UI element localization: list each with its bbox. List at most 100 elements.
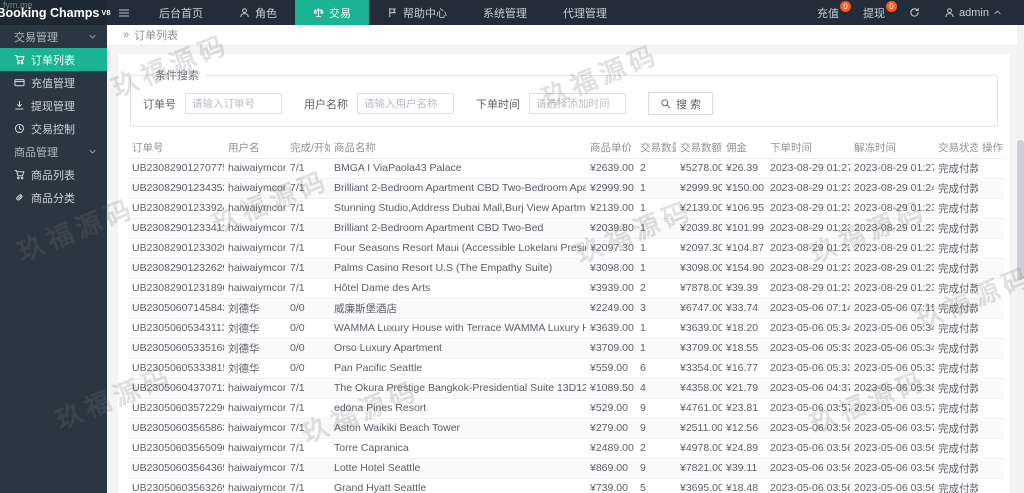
cell-解冻时间: 2023-05-06 03:57:30: [850, 398, 934, 419]
sidebar-item-订单列表[interactable]: 订单列表: [0, 48, 107, 71]
cell-用户名: haiwaiymcom: [224, 198, 286, 219]
search-button[interactable]: 搜 索: [648, 92, 714, 115]
sidebar-group-商品管理[interactable]: 商品管理: [0, 140, 107, 163]
cell-订单号: UB2305060437071221: [128, 378, 224, 399]
cell-下单时间: 2023-08-29 01:23:39: [766, 198, 850, 219]
search-field-订单号: 订单号: [143, 93, 282, 114]
cell-订单号: UB2305060714584204: [128, 298, 224, 319]
cell-商品名称: Orso Luxury Apartment: [330, 338, 586, 359]
cell-操作: [978, 418, 1004, 439]
cell-佣金: ¥154.90: [722, 258, 766, 279]
top-navigation: 后台首页 角色 交易 帮助中心 系统管理 代理管理: [141, 0, 625, 25]
topnav-item-交易[interactable]: 交易: [295, 0, 369, 25]
topnav-item-代理管理[interactable]: 代理管理: [545, 0, 625, 25]
search-field-label: 用户名称: [304, 98, 348, 111]
search-legend: 条件搜索: [155, 70, 199, 82]
cell-交易状态: 完成付款: [934, 438, 978, 459]
sidebar-item-充值管理[interactable]: 充值管理: [0, 71, 107, 94]
table-row: UB2305060533381597刘德华0/0Pan Pacific Seat…: [128, 358, 1004, 379]
search-field-下单时间: 下单时间: [476, 93, 626, 114]
chevron-down-icon: [88, 147, 97, 156]
topnav-item-系统管理[interactable]: 系统管理: [465, 0, 545, 25]
breadcrumb-label: 订单列表: [134, 30, 179, 42]
vertical-scrollbar-thumb[interactable]: [1017, 140, 1024, 280]
cell-商品名称: Brilliant 2-Bedroom Apartment CBD Two-Be…: [330, 178, 586, 199]
table-row: UB2308290127077536haiwaiymcom7/1BMGA I V…: [128, 158, 1004, 179]
cell-交易数额: ¥3354.00: [676, 358, 722, 379]
sidebar-group-label: 交易管理: [14, 31, 58, 44]
cell-完成/开始: 7/1: [286, 438, 330, 459]
cell-用户名: haiwaiymcom: [224, 478, 286, 493]
cell-完成/开始: 7/1: [286, 258, 330, 279]
cell-操作: [978, 158, 1004, 179]
search-input-1[interactable]: [357, 93, 454, 114]
search-input-2[interactable]: [529, 93, 626, 114]
cell-解冻时间: 2023-08-29 01:23:34: [850, 238, 934, 259]
breadcrumb: » 订单列表: [107, 25, 1024, 46]
column-header-交易数额: 交易数额: [676, 137, 722, 159]
cell-商品名称: Palms Casino Resort U.S (The Empathy Sui…: [330, 258, 586, 279]
cell-交易数量: 2: [636, 158, 676, 179]
cell-操作: [978, 238, 1004, 259]
cell-订单号: UB2308290127077536: [128, 158, 224, 179]
topbar-充值-button[interactable]: 充值 0: [805, 0, 852, 25]
topnav-item-角色[interactable]: 角色: [221, 0, 295, 25]
flag-icon: [387, 7, 398, 18]
cell-商品名称: Brilliant 2-Bedroom Apartment CBD Two-Be…: [330, 218, 586, 239]
user-icon: [944, 7, 955, 18]
cell-订单号: UB2305060356509049: [128, 438, 224, 459]
cell-完成/开始: 7/1: [286, 278, 330, 299]
sidebar-item-商品分类[interactable]: 商品分类: [0, 186, 107, 209]
topnav-label: 代理管理: [563, 7, 607, 20]
sidebar-item-提现管理[interactable]: 提现管理: [0, 94, 107, 117]
column-header-商品单价: 商品单价: [586, 137, 636, 159]
cell-操作: [978, 198, 1004, 219]
cell-商品名称: Grand Hyatt Seattle: [330, 478, 586, 493]
cell-佣金: ¥26.39: [722, 158, 766, 179]
cell-解冻时间: 2023-08-29 01:27:23: [850, 158, 934, 179]
cell-用户名: haiwaiymcom: [224, 158, 286, 179]
cell-佣金: ¥101.99: [722, 218, 766, 239]
orders-table: 订单号用户名完成/开始商品名称商品单价交易数量交易数额佣金下单时间解冻时间交易状…: [128, 137, 1004, 493]
cell-下单时间: 2023-08-29 01:27:07: [766, 158, 850, 179]
sidebar-group-交易管理[interactable]: 交易管理: [0, 25, 107, 48]
cell-用户名: 刘德华: [224, 298, 286, 319]
cell-操作: [978, 298, 1004, 319]
sidebar-item-商品列表[interactable]: 商品列表: [0, 163, 107, 186]
admin-user-menu[interactable]: admin: [932, 0, 1014, 25]
topbar-right-label: 充值: [817, 7, 840, 20]
cell-下单时间: 2023-08-29 01:23:43: [766, 178, 850, 199]
search-fieldset: 条件搜索 订单号 用户名称 下单时间 搜 索: [130, 67, 998, 127]
topnav-label: 帮助中心: [403, 7, 447, 20]
sidebar-toggle-hamburger-icon[interactable]: [107, 0, 141, 25]
cell-用户名: haiwaiymcom: [224, 418, 286, 439]
withdraw-icon: [14, 100, 25, 111]
cell-完成/开始: 7/1: [286, 238, 330, 259]
column-header-交易状态: 交易状态: [934, 137, 978, 159]
search-field-label: 订单号: [143, 98, 176, 111]
topbar-提现-button[interactable]: 提现 0: [851, 0, 898, 25]
sidebar-item-交易控制[interactable]: 交易控制: [0, 117, 107, 140]
topnav-item-帮助中心[interactable]: 帮助中心: [369, 0, 465, 25]
content-panel: 条件搜索 订单号 用户名称 下单时间 搜 索 订单号用户名完成/开始商品名称商品单价交…: [118, 54, 1010, 493]
refresh-button[interactable]: [897, 0, 932, 25]
cell-完成/开始: 7/1: [286, 478, 330, 493]
cell-解冻时间: 2023-08-29 01:24:15: [850, 178, 934, 199]
cell-完成/开始: 7/1: [286, 218, 330, 239]
cell-完成/开始: 7/1: [286, 418, 330, 439]
topnav-item-后台首页[interactable]: 后台首页: [141, 0, 221, 25]
search-input-0[interactable]: [185, 93, 282, 114]
cell-商品单价: ¥739.00: [586, 478, 636, 493]
cell-交易数量: 1: [636, 198, 676, 219]
breadcrumb-separator-icon: »: [123, 29, 130, 41]
cell-订单号: UB2305060356436524: [128, 458, 224, 479]
cell-下单时间: 2023-05-06 04:37:07: [766, 378, 850, 399]
cell-下单时间: 2023-08-29 01:23:34: [766, 218, 850, 239]
cell-佣金: ¥104.87: [722, 238, 766, 259]
notification-badge: 0: [840, 1, 852, 12]
cell-交易数额: ¥3098.00: [676, 258, 722, 279]
search-button-label: 搜 索: [676, 98, 702, 111]
cart-icon: [14, 169, 25, 180]
cell-商品单价: ¥3939.00: [586, 278, 636, 299]
cell-完成/开始: 0/0: [286, 338, 330, 359]
